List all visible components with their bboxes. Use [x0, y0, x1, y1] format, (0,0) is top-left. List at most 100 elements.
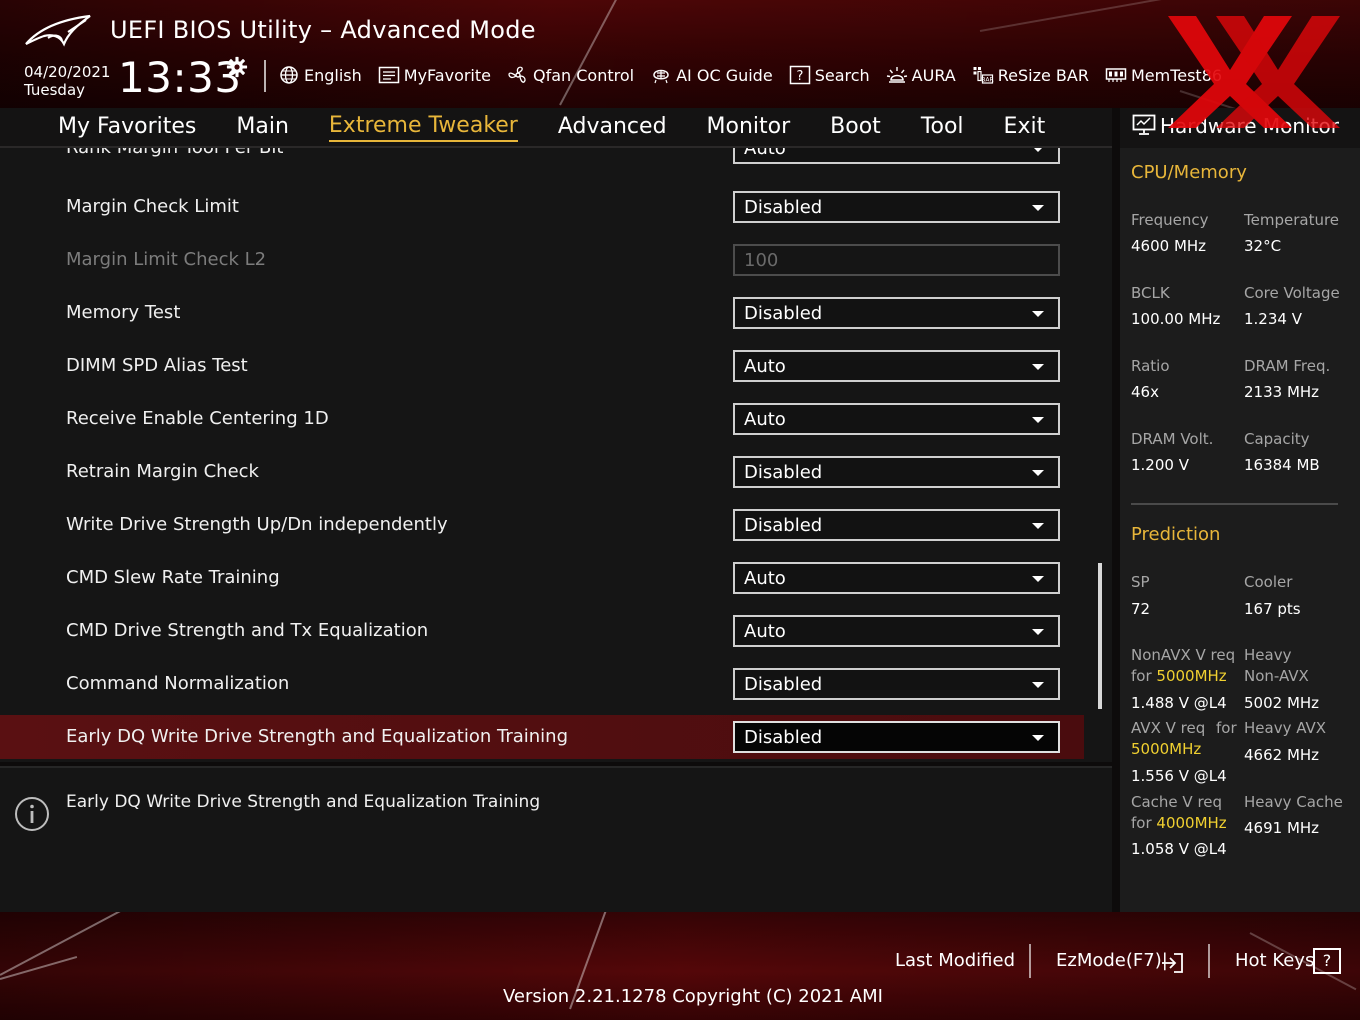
aura-button[interactable]: AURA [886, 65, 956, 85]
search-help-icon: ? [789, 65, 810, 85]
setting-label: Command Normalization [66, 673, 290, 694]
setting-row-receive-enable-centering[interactable]: Receive Enable Centering 1D Auto [0, 397, 1084, 441]
setting-row-early-dq-write[interactable]: Early DQ Write Drive Strength and Equali… [0, 715, 1084, 759]
hot-keys-button[interactable]: Hot Keys [1235, 950, 1314, 971]
setting-dropdown[interactable]: Disabled [733, 721, 1060, 753]
tab-tool[interactable]: Tool [921, 112, 964, 142]
setting-label: Margin Check Limit [66, 196, 239, 217]
app-title: UEFI BIOS Utility – Advanced Mode [110, 16, 536, 44]
setting-label: CMD Drive Strength and Tx Equalization [66, 620, 429, 641]
setting-dropdown[interactable]: Auto [733, 615, 1060, 647]
ai-oc-guide-button[interactable]: AI OC Guide [650, 65, 773, 85]
chevron-down-icon [1032, 576, 1044, 582]
resize-bar-button[interactable]: BAR ReSize BAR [972, 65, 1089, 85]
scrollbar-thumb[interactable] [1098, 563, 1102, 709]
memory-icon [1105, 68, 1127, 82]
tab-monitor[interactable]: Monitor [707, 112, 791, 142]
language-label: English [304, 65, 362, 85]
setting-row-memory-test[interactable]: Memory Test Disabled [0, 291, 1084, 335]
heavy-cache-value: 4691 MHz [1244, 819, 1320, 837]
setting-dropdown[interactable]: Disabled [733, 191, 1060, 223]
date-display: 04/20/2021 Tuesday [24, 63, 110, 99]
cache-for-line: for 4000MHz [1131, 814, 1227, 832]
cache-req-label: Cache V req [1131, 793, 1223, 811]
dropdown-value: Disabled [744, 462, 823, 483]
main-nav: My Favorites Main Extreme Tweaker Advanc… [0, 108, 1112, 148]
setting-row-cmd-drive-strength[interactable]: CMD Drive Strength and Tx Equalization A… [0, 609, 1084, 653]
chevron-down-icon [1032, 417, 1044, 423]
setting-row-retrain-margin-check[interactable]: Retrain Margin Check Disabled [0, 450, 1084, 494]
globe-icon [280, 66, 298, 84]
footer-separator [1029, 944, 1031, 978]
setting-label: Margin Limit Check L2 [66, 249, 267, 270]
resize-bar-label: ReSize BAR [997, 65, 1089, 85]
tab-extreme-tweaker[interactable]: Extreme Tweaker [328, 112, 518, 142]
heavy-avx-label: Heavy AVX [1244, 719, 1327, 737]
setting-row-margin-limit-check-l2: Margin Limit Check L2 100 [0, 238, 1084, 282]
setting-dropdown[interactable]: Disabled [733, 509, 1060, 541]
setting-dropdown[interactable]: Disabled [733, 297, 1060, 329]
myfavorite-button[interactable]: MyFavorite [378, 65, 491, 85]
for-text: for [1131, 667, 1152, 685]
chevron-down-icon [1032, 148, 1044, 152]
chevron-down-icon [1032, 205, 1044, 211]
myfavorite-label: MyFavorite [403, 65, 491, 85]
tab-main[interactable]: Main [236, 112, 289, 142]
last-modified-button[interactable]: Last Modified [895, 950, 1015, 971]
qfan-control-label: Qfan Control [533, 65, 635, 85]
svg-text:BAR: BAR [981, 77, 993, 84]
setting-dropdown[interactable]: Disabled [733, 668, 1060, 700]
ai-oc-guide-label: AI OC Guide [676, 65, 773, 85]
section-divider [1131, 503, 1338, 505]
heavy-nonavx-label-1: Heavy [1244, 646, 1292, 664]
setting-row-command-normalization[interactable]: Command Normalization Disabled [0, 662, 1084, 706]
dropdown-value: Auto [744, 409, 786, 430]
setting-row-dimm-spd-alias-test[interactable]: DIMM SPD Alias Test Auto [0, 344, 1084, 388]
tab-advanced[interactable]: Advanced [558, 112, 667, 142]
hardware-monitor-header: Hardware Monitor [1120, 108, 1360, 148]
setting-dropdown[interactable]: Auto [733, 403, 1060, 435]
search-label: Search [814, 65, 870, 85]
decor-streak [0, 912, 213, 976]
ezmode-label: EzMode(F7)| [1056, 950, 1168, 971]
setting-row-write-drive-strength[interactable]: Write Drive Strength Up/Dn independently… [0, 503, 1084, 547]
setting-value-field: 100 [733, 244, 1060, 276]
tab-exit[interactable]: Exit [1004, 112, 1046, 142]
fan-icon [508, 66, 526, 83]
heavy-nonavx-value: 5002 MHz [1244, 694, 1320, 712]
qfan-control-button[interactable]: Qfan Control [507, 65, 634, 85]
nav-tabs: My Favorites Main Extreme Tweaker Advanc… [58, 112, 1045, 142]
search-button[interactable]: ? Search [789, 65, 870, 85]
language-button[interactable]: English [278, 65, 362, 85]
memtest86-button[interactable]: MemTest86 [1105, 65, 1222, 85]
dram-freq-value: 2133 MHz [1244, 383, 1320, 401]
tab-my-favorites[interactable]: My Favorites [58, 112, 196, 142]
sp-label: SP [1131, 573, 1150, 591]
aura-light-icon [886, 67, 907, 83]
chevron-down-icon [1032, 682, 1044, 688]
setting-dropdown[interactable]: Auto [733, 148, 1060, 164]
hardware-monitor-panel: CPU/Memory Frequency Temperature 4600 MH… [1120, 148, 1360, 912]
setting-row-rank-margin-tool[interactable]: Rank Margin Tool Per Bit Auto [0, 148, 1084, 170]
setting-row-margin-check-limit[interactable]: Margin Check Limit Disabled [0, 185, 1084, 229]
tab-boot[interactable]: Boot [830, 112, 881, 142]
cooler-value: 167 pts [1244, 600, 1301, 618]
nonavx-value: 1.488 V @L4 [1131, 694, 1227, 712]
hot-keys-help-icon[interactable]: ? [1313, 948, 1341, 974]
dropdown-value: Auto [744, 148, 786, 159]
ai-guide-icon [653, 69, 669, 84]
temperature-label: Temperature [1244, 211, 1340, 229]
avx-req-label: AVX V req [1131, 719, 1206, 737]
setting-dropdown[interactable]: Disabled [733, 456, 1060, 488]
setting-label: CMD Slew Rate Training [66, 567, 280, 588]
ezmode-button[interactable]: EzMode(F7)| [1056, 950, 1168, 971]
gear-icon[interactable] [226, 56, 248, 78]
setting-dropdown[interactable]: Auto [733, 350, 1060, 382]
clock-time: 13:33 [118, 53, 242, 102]
setting-row-cmd-slew-rate[interactable]: CMD Slew Rate Training Auto [0, 556, 1084, 600]
for-text: for [1131, 814, 1152, 832]
cache-value: 1.058 V @L4 [1131, 840, 1227, 858]
setting-label: Memory Test [66, 302, 181, 323]
setting-dropdown[interactable]: Auto [733, 562, 1060, 594]
dropdown-value: Disabled [744, 303, 823, 324]
